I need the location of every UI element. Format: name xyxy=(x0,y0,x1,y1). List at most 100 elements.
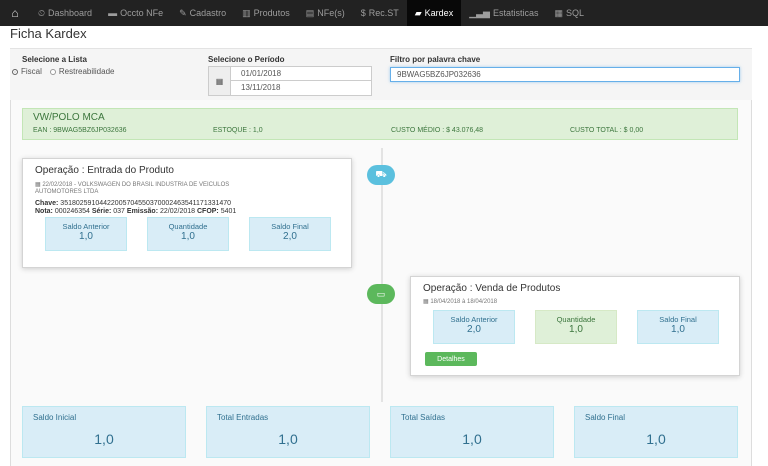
nav-label: Cadastro xyxy=(189,8,227,18)
nota-line: Nota: 000246354 Série: 037 Emissão: 22/0… xyxy=(35,208,236,215)
saldo-final-box: Saldo Final 2,0 xyxy=(249,217,331,251)
nav-item-rec-st[interactable]: $ Rec.ST xyxy=(353,0,407,26)
radio-label: Restreabilidade xyxy=(58,67,115,76)
page-title: Ficha Kardex xyxy=(10,26,87,41)
total-value: 1,0 xyxy=(646,431,666,447)
date-start-input[interactable]: 01/01/2018 xyxy=(231,67,371,81)
quantidade-box: Quantidade 1,0 xyxy=(535,310,617,344)
total-saldo-inicial: Saldo Inicial 1,0 xyxy=(22,406,186,458)
truck-icon: ⛟ xyxy=(367,165,395,185)
saldo-final-label: Saldo Final xyxy=(271,222,309,231)
dollar-icon: $ xyxy=(360,8,366,18)
total-value: 1,0 xyxy=(462,431,482,447)
nav-label: Dashboard xyxy=(48,8,93,18)
saldo-anterior-label: Saldo Anterior xyxy=(62,222,110,231)
quantidade-label: Quantidade xyxy=(556,315,596,324)
operation-subtitle-2: AUTOMOTORES LTDA xyxy=(35,189,99,195)
nav-item-nfes[interactable]: ▤ NFe(s) xyxy=(298,0,353,26)
quantidade-label: Quantidade xyxy=(168,222,208,231)
saldo-final-value: 2,0 xyxy=(283,231,297,242)
credit-card-icon: ▭ xyxy=(367,284,395,304)
nav-label: Estatisticas xyxy=(492,8,539,18)
quantidade-box: Quantidade 1,0 xyxy=(147,217,229,251)
total-value: 1,0 xyxy=(94,431,114,447)
stats-icon: ▁▃▅ xyxy=(469,7,490,18)
serie-value: 037 xyxy=(113,208,125,215)
total-label: Total Entradas xyxy=(217,413,269,422)
saldo-anterior-label: Saldo Anterior xyxy=(450,315,498,324)
nav-item-estatisticas[interactable]: ▁▃▅ Estatisticas xyxy=(461,0,546,26)
nav-label: SQL xyxy=(566,8,585,18)
database-icon: ▦ xyxy=(554,7,563,18)
saldo-anterior-box: Saldo Anterior 2,0 xyxy=(433,310,515,344)
nav-label: Produtos xyxy=(253,8,290,18)
operation-title: Operação : Entrada do Produto xyxy=(35,165,174,176)
home-icon[interactable]: ⌂ xyxy=(0,0,30,26)
nav-label: Occto NFe xyxy=(120,8,164,18)
saldo-final-label: Saldo Final xyxy=(659,315,697,324)
total-label: Saldo Final xyxy=(585,413,626,422)
radio-restreabilidade[interactable]: Restreabilidade xyxy=(49,67,115,76)
list-label: Selecione a Lista xyxy=(22,55,87,64)
chave-label: Chave: xyxy=(35,200,59,207)
nav-label: NFe(s) xyxy=(317,8,345,18)
radio-dot[interactable] xyxy=(49,68,56,75)
radio-dot[interactable] xyxy=(12,68,18,75)
saldo-anterior-value: 1,0 xyxy=(79,231,93,242)
date-range: ▦ 01/01/2018 13/11/2018 xyxy=(208,66,372,96)
nav-item-sql[interactable]: ▦ SQL xyxy=(546,0,592,26)
total-label: Total Saídas xyxy=(401,413,446,422)
nav-item-produtos[interactable]: ▥ Produtos xyxy=(234,0,298,26)
cfop-value: 5401 xyxy=(220,208,237,215)
saldo-anterior-box: Saldo Anterior 1,0 xyxy=(45,217,127,251)
folder-open-icon: ▰ xyxy=(414,7,422,18)
total-label: Saldo Inicial xyxy=(33,413,77,422)
radio-label: Fiscal xyxy=(21,67,42,76)
nav-item-occto-nfe[interactable]: ▬ Occto NFe xyxy=(100,0,171,26)
emissao-label: Emissão: xyxy=(126,208,159,215)
total-saidas: Total Saídas 1,0 xyxy=(390,406,554,458)
product-ean: EAN : 9BWAG5BZ6JP032636 xyxy=(33,127,127,134)
operation-title: Operação : Venda de Produtos xyxy=(423,283,561,294)
total-saldo-final: Saldo Final 1,0 xyxy=(574,406,738,458)
serie-label: Série: xyxy=(91,208,112,215)
product-summary: VW/POLO MCA EAN : 9BWAG5BZ6JP032636 ESTO… xyxy=(22,108,738,140)
timeline-card-venda: Operação : Venda de Produtos ▦ 18/04/201… xyxy=(410,276,740,376)
search-label: Filtro por palavra chave xyxy=(390,55,481,64)
calendar-icon[interactable]: ▦ xyxy=(209,67,231,95)
operation-subtitle-text: 22/02/2018 - VOLKSWAGEN DO BRASIL INDUST… xyxy=(42,182,230,188)
quantidade-value: 1,0 xyxy=(181,231,195,242)
top-navbar: ⌂ ⏲ Dashboard ▬ Occto NFe ✎ Cadastro ▥ Produ… xyxy=(0,0,768,26)
saldo-final-box: Saldo Final 1,0 xyxy=(637,310,719,344)
nav-label: Kardex xyxy=(424,8,454,18)
operation-subtitle-text: 18/04/2018 à 18/04/2018 xyxy=(430,299,498,305)
list-radio-group: Fiscal Restreabilidade xyxy=(12,67,114,76)
nota-label: Nota: xyxy=(35,208,53,215)
product-custo-total: CUSTO TOTAL : $ 0,00 xyxy=(570,127,644,134)
search-input[interactable]: 9BWAG5BZ6JP032636 xyxy=(390,67,740,82)
chave-line: Chave: 351802591044220057045503700024635… xyxy=(35,200,231,207)
total-entradas: Total Entradas 1,0 xyxy=(206,406,370,458)
nota-value: 000246354 xyxy=(54,208,90,215)
radio-fiscal[interactable]: Fiscal xyxy=(12,67,42,76)
nav-item-kardex[interactable]: ▰ Kardex xyxy=(406,0,462,26)
total-value: 1,0 xyxy=(278,431,298,447)
product-name: VW/POLO MCA xyxy=(33,112,105,123)
product-custo-medio: CUSTO MÉDIO : $ 43.076,48 xyxy=(391,127,484,134)
nav-label: Rec.ST xyxy=(368,8,399,18)
saldo-final-value: 1,0 xyxy=(671,324,685,335)
operation-subtitle: ▦ 18/04/2018 à 18/04/2018 xyxy=(423,298,497,305)
barcode-icon: ▥ xyxy=(242,7,251,18)
car-icon: ▬ xyxy=(108,8,118,18)
nav-item-dashboard[interactable]: ⏲ Dashboard xyxy=(30,0,100,26)
chave-value: 3518025910442200570455037000246354117133… xyxy=(60,200,232,207)
timeline-line xyxy=(381,148,383,402)
quantidade-value: 1,0 xyxy=(569,324,583,335)
nav-item-cadastro[interactable]: ✎ Cadastro xyxy=(171,0,234,26)
date-end-input[interactable]: 13/11/2018 xyxy=(231,81,371,95)
file-icon: ▤ xyxy=(305,7,315,18)
dashboard-icon: ⏲ xyxy=(38,7,46,18)
period-label: Selecione o Período xyxy=(208,55,285,64)
details-button[interactable]: Detalhes xyxy=(425,352,477,366)
saldo-anterior-value: 2,0 xyxy=(467,324,481,335)
